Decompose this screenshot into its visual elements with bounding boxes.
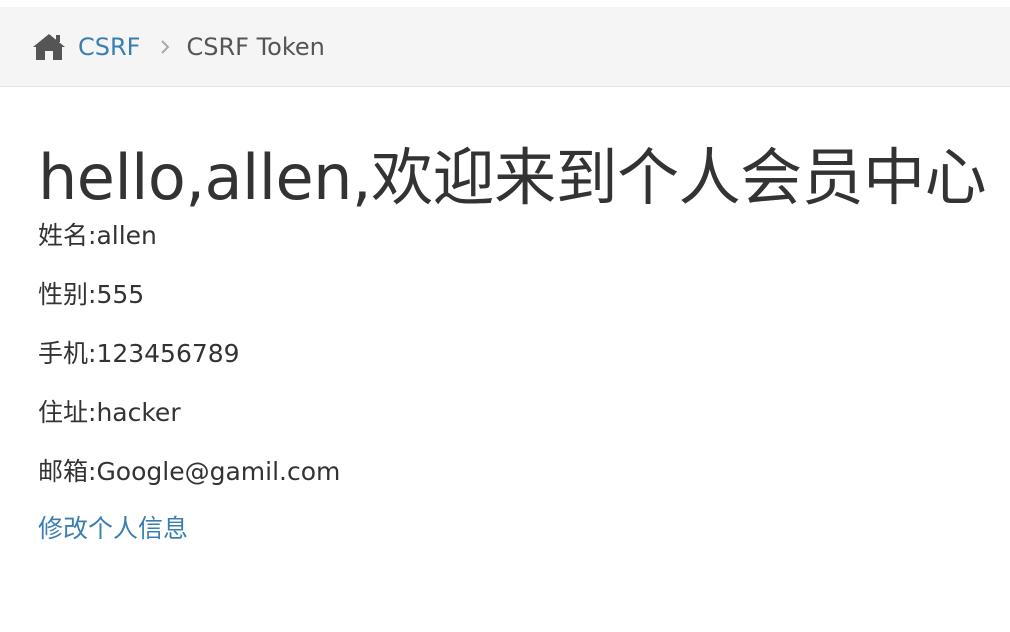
field-address: 住址:hacker — [38, 396, 1010, 430]
breadcrumb-current: CSRF Token — [186, 32, 325, 61]
member-center: hello,allen,欢迎来到个人会员中心 姓名:allen 性别:555 手… — [0, 87, 1010, 546]
home-icon[interactable] — [32, 32, 66, 62]
breadcrumb-link-csrf[interactable]: CSRF — [78, 33, 140, 61]
field-phone-value: 123456789 — [96, 339, 240, 368]
field-email-label: 邮箱: — [38, 457, 97, 486]
top-strip — [0, 0, 1010, 7]
field-name-value: allen — [96, 221, 157, 250]
field-name-label: 姓名: — [38, 221, 97, 250]
field-name: 姓名:allen — [38, 219, 1010, 253]
field-address-label: 住址: — [38, 398, 97, 427]
field-gender-label: 性别: — [38, 280, 97, 309]
field-gender-value: 555 — [96, 280, 145, 309]
field-email-value: Google@gamil.com — [96, 457, 341, 486]
edit-profile-link[interactable]: 修改个人信息 — [38, 512, 188, 546]
field-phone: 手机:123456789 — [38, 337, 1010, 371]
field-address-value: hacker — [96, 398, 181, 427]
field-email: 邮箱:Google@gamil.com — [38, 455, 1010, 489]
field-phone-label: 手机: — [38, 339, 97, 368]
chevron-right-icon — [150, 39, 180, 55]
field-gender: 性别:555 — [38, 278, 1010, 312]
page-title: hello,allen,欢迎来到个人会员中心 — [38, 141, 987, 214]
breadcrumb: CSRF CSRF Token — [0, 7, 1010, 87]
